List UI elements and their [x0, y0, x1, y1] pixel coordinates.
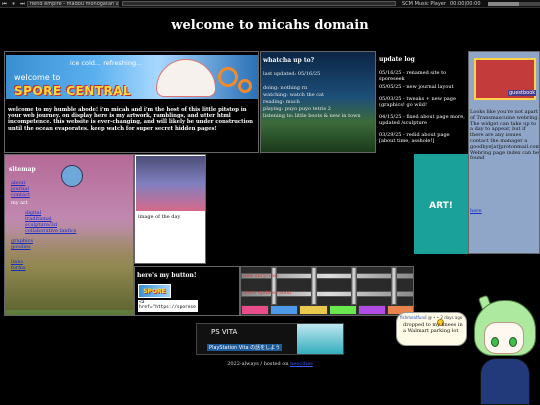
spore-central-banner: ice cold... refreshing... welcome to SPO…	[6, 55, 258, 99]
pause-icon[interactable]: ⏸	[9, 0, 18, 7]
chao-creature-image	[61, 165, 83, 187]
link-button[interactable]	[357, 305, 386, 315]
sitemap-panel: sitemap about journal contact my art dig…	[4, 154, 134, 316]
footer: 2022-always / hosted on neocities	[0, 361, 540, 367]
sitemap-link-fanfics[interactable]: collaborative fanfics	[25, 228, 76, 234]
update-log-entry: 04/15/25 - fixed about page more, update…	[379, 114, 465, 126]
status-meta: fishmeatfund @ • • 2 days ago	[400, 315, 462, 320]
webring-index-link[interactable]: here	[470, 208, 482, 214]
sitemap-heading: sitemap	[9, 166, 36, 173]
whatcha-line: listening to: little boots & new in town	[263, 113, 361, 119]
swirl-decoration	[238, 79, 252, 93]
button-code-textarea[interactable]: <a href="https://sporese	[138, 300, 198, 312]
link-button[interactable]	[241, 305, 270, 315]
mascot-eye	[509, 337, 517, 347]
link-button[interactable]	[270, 305, 299, 315]
banner-mascot-image	[156, 59, 216, 97]
banner-welcome-text: welcome to	[14, 73, 61, 82]
update-log-entry: 05/05/25 - new journal layout	[379, 84, 454, 90]
whatcha-heading: whatcha up to?	[263, 57, 315, 64]
mascot-body	[480, 358, 530, 405]
guestbook-label: guestbook	[508, 90, 537, 96]
update-log-panel: update log 05/16/25 - renamed site to sp…	[377, 51, 467, 153]
banner-logo-text: SPORE CENTRAL	[14, 84, 132, 98]
whatcha-line: watching: watch the cat	[263, 92, 325, 98]
update-log-entry: 05/03/25 - tweaks + new page (graphics! …	[379, 96, 456, 108]
button-wall	[241, 305, 413, 315]
banner-refresh-text: ice cold... refreshing...	[70, 59, 143, 67]
status-message: dropped to my knees in a Walmart parking…	[403, 322, 463, 334]
track-marquee: fiend empire - madou monogatari ara	[27, 0, 119, 7]
update-log-entry: 03/29/25 - redid about page [about time,…	[379, 132, 450, 144]
prev-icon[interactable]: ⏮	[0, 0, 9, 7]
page-title: welcome to micahs domain	[171, 18, 369, 33]
mascot-eye	[491, 337, 499, 347]
art-panel[interactable]: ART!	[414, 154, 468, 254]
pipes-red-text: new surprises	[243, 273, 279, 279]
sitemap-label-art: my art	[11, 200, 28, 206]
footer-host-link[interactable]: neocities	[290, 361, 313, 367]
sitemap-link-goodies[interactable]: goodies	[11, 244, 31, 250]
update-log-entry: 05/16/25 - renamed site to sporeseek	[379, 70, 447, 82]
footer-text: 2022-always / hosted on	[227, 361, 289, 367]
guestbook-button[interactable]: guestbook	[474, 58, 537, 100]
webring-text: Looks like you're not apart of Transmasc…	[470, 109, 540, 162]
player-time: 00:00|00:00	[450, 0, 481, 7]
intro-text: welcome to my humble abode! i'm micah an…	[8, 107, 253, 132]
pipe-decoration	[391, 267, 397, 305]
pipe-decoration	[351, 267, 357, 305]
intro-panel: ice cold... refreshing... welcome to SPO…	[4, 51, 259, 153]
whatcha-panel: whatcha up to? last updated: 05/16/25 do…	[260, 51, 376, 153]
status-username[interactable]: fishmeatfund	[400, 315, 427, 320]
whatcha-line: last updated: 05/16/25	[263, 71, 321, 77]
sitemap-link-forms[interactable]: forms	[11, 265, 26, 271]
button-panel-heading: here's my button!	[137, 272, 197, 279]
link-button[interactable]	[299, 305, 328, 315]
status-bubble: fishmeatfund @ • • 2 days ago dropped to…	[396, 312, 467, 346]
image-of-the-day-caption: image of the day	[138, 214, 181, 220]
status-time: 2 days ago	[440, 315, 463, 320]
anime-mascot-image	[466, 294, 540, 405]
miku-image	[297, 324, 343, 354]
link-button[interactable]	[328, 305, 357, 315]
psvita-banner[interactable]: PS VITA PlayStation Vita の話をしよう	[196, 323, 344, 355]
pipe-decoration	[311, 267, 317, 305]
whatcha-line: playing: puyo puyo tetris 2	[263, 106, 331, 112]
image-of-the-day-panel: image of the day	[134, 154, 206, 264]
image-of-the-day[interactable]	[136, 156, 205, 211]
pipes-red-text: more updates soon	[243, 290, 292, 296]
music-player: ⏮ ⏸ ⏭ fiend empire - madou monogatari ar…	[0, 0, 540, 8]
swirl-decoration	[218, 67, 238, 87]
volume-fill	[488, 1, 520, 6]
psvita-subtitle: PlayStation Vita の話をしよう	[207, 344, 283, 351]
whatcha-line: doing: nothing rn	[263, 85, 308, 91]
volume-slider[interactable]	[488, 1, 540, 6]
guestbook-panel: guestbook Looks like you're not apart of…	[468, 51, 540, 254]
update-log-heading: update log	[379, 56, 415, 63]
mascot-face	[484, 322, 524, 354]
pipes-panel: new surprises more updates soon	[240, 266, 414, 316]
seek-bar[interactable]	[122, 1, 396, 6]
sitemap-link-contact[interactable]: contact	[11, 192, 30, 198]
psvita-brand: PS VITA	[211, 328, 238, 336]
site-button-panel: here's my button! SPORE <a href="https:/…	[134, 266, 240, 316]
next-icon[interactable]: ⏭	[18, 0, 27, 7]
whatcha-line: reading: much	[263, 99, 300, 105]
art-label: ART!	[429, 201, 453, 211]
player-title: SCM Music Player	[402, 0, 446, 7]
site-88x31-button[interactable]: SPORE	[138, 284, 171, 298]
